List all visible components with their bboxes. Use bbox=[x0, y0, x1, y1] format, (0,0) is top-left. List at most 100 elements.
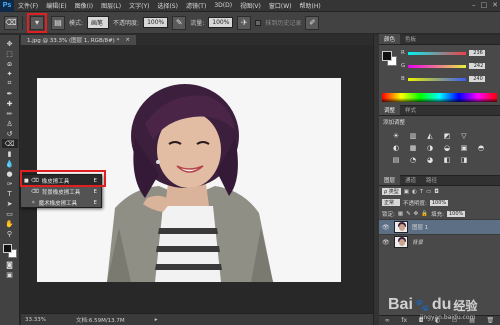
photo-filter-icon[interactable]: ◒ bbox=[442, 143, 452, 152]
screen-mode-icon[interactable]: ▣ bbox=[2, 270, 18, 279]
menu-file[interactable]: 文件(F) bbox=[14, 1, 42, 10]
filter-pixel-icon[interactable]: ▣ bbox=[404, 189, 409, 195]
lock-all-icon[interactable]: 🔒 bbox=[421, 211, 428, 217]
flyout-background-eraser-tool[interactable]: ⌫ 背景橡皮擦工具 E bbox=[21, 186, 101, 197]
menu-edit[interactable]: 编辑(E) bbox=[42, 1, 70, 10]
red-value[interactable]: 236 bbox=[468, 50, 485, 56]
color-spectrum[interactable] bbox=[382, 93, 497, 102]
channel-mixer-icon[interactable]: ▣ bbox=[459, 143, 469, 152]
filter-shape-icon[interactable]: ▭ bbox=[426, 189, 431, 195]
exposure-icon[interactable]: ◩ bbox=[442, 131, 452, 140]
zoom-level[interactable]: 33.33% bbox=[25, 317, 46, 323]
lasso-tool-icon[interactable]: ɷ bbox=[2, 59, 18, 68]
posterize-icon[interactable]: ◔ bbox=[408, 155, 418, 164]
tab-color[interactable]: 颜色 bbox=[379, 34, 401, 44]
maximize-icon[interactable]: □ bbox=[481, 1, 488, 9]
menu-layer[interactable]: 图层(L) bbox=[97, 1, 125, 10]
brush-preset-picker[interactable]: ▾ bbox=[30, 15, 44, 30]
lock-transparency-icon[interactable]: ▦ bbox=[398, 211, 403, 217]
dodge-tool-icon[interactable]: ● bbox=[2, 169, 18, 178]
hand-tool-icon[interactable]: ✋ bbox=[2, 219, 18, 228]
clone-stamp-tool-icon[interactable]: ♙ bbox=[2, 119, 18, 128]
black-white-icon[interactable]: ◑ bbox=[425, 143, 435, 152]
threshold-icon[interactable]: ◕ bbox=[425, 155, 435, 164]
quick-select-tool-icon[interactable]: ✦ bbox=[2, 69, 18, 78]
color-lookup-icon[interactable]: ◓ bbox=[476, 143, 486, 152]
lock-position-icon[interactable]: ✥ bbox=[414, 211, 419, 217]
pen-tool-icon[interactable]: ✑ bbox=[2, 179, 18, 188]
visibility-eye-icon[interactable]: 👁 bbox=[382, 239, 390, 246]
menu-window[interactable]: 窗口(W) bbox=[265, 1, 296, 10]
blue-value[interactable]: 240 bbox=[468, 76, 485, 82]
gradient-map-icon[interactable]: ◧ bbox=[442, 155, 452, 164]
filter-type-icon[interactable]: T bbox=[420, 189, 423, 195]
marquee-tool-icon[interactable]: ⬚ bbox=[2, 49, 18, 58]
layer-filter-select[interactable]: ρ 类型 bbox=[382, 188, 401, 195]
hue-saturation-icon[interactable]: ◐ bbox=[391, 143, 401, 152]
tab-channels[interactable]: 通道 bbox=[400, 175, 421, 185]
close-tab-icon[interactable]: × bbox=[125, 37, 130, 43]
shape-tool-icon[interactable]: ▭ bbox=[2, 209, 18, 218]
flow-input[interactable]: 100% bbox=[208, 17, 234, 28]
path-select-tool-icon[interactable]: ➤ bbox=[2, 199, 18, 208]
brightness-contrast-icon[interactable]: ☀ bbox=[391, 131, 401, 140]
brush-tool-icon[interactable]: ✏ bbox=[2, 109, 18, 118]
levels-icon[interactable]: ▥ bbox=[408, 131, 418, 140]
layer-name[interactable]: 背景 bbox=[412, 238, 423, 246]
visibility-eye-icon[interactable]: 👁 bbox=[382, 224, 390, 231]
tab-adjustments[interactable]: 调整 bbox=[379, 105, 401, 115]
delete-layer-icon[interactable]: 🗑 bbox=[486, 317, 494, 324]
blend-mode-select[interactable]: 正常 bbox=[382, 199, 400, 206]
flyout-magic-eraser-tool[interactable]: ✧ 魔术橡皮擦工具 E bbox=[21, 197, 101, 208]
zoom-tool-icon[interactable]: ⚲ bbox=[2, 229, 18, 238]
green-slider[interactable] bbox=[408, 64, 467, 68]
pressure-size-icon[interactable]: ✐ bbox=[305, 15, 320, 30]
tab-layers[interactable]: 图层 bbox=[379, 175, 401, 185]
link-layers-icon[interactable]: ∞ bbox=[385, 317, 390, 324]
tab-swatches[interactable]: 色板 bbox=[400, 34, 421, 44]
red-slider[interactable] bbox=[407, 51, 466, 55]
color-swatches[interactable] bbox=[2, 243, 18, 259]
menu-select[interactable]: 选择(S) bbox=[153, 1, 182, 10]
tab-styles[interactable]: 样式 bbox=[400, 105, 421, 115]
curves-icon[interactable]: ◭ bbox=[425, 131, 435, 140]
layer-style-icon[interactable]: fx bbox=[401, 317, 407, 324]
layer-row-background[interactable]: 👁 背景 bbox=[379, 234, 500, 249]
move-tool-icon[interactable]: ✥ bbox=[2, 39, 18, 48]
blue-slider[interactable] bbox=[407, 77, 466, 81]
crop-tool-icon[interactable]: ⌗ bbox=[2, 79, 18, 88]
quick-mask-icon[interactable]: ◙ bbox=[2, 260, 18, 269]
filter-adjust-icon[interactable]: ◐ bbox=[412, 189, 417, 195]
menu-help[interactable]: 帮助(H) bbox=[296, 1, 325, 10]
filter-smart-icon[interactable]: ◘ bbox=[434, 189, 438, 195]
vibrance-icon[interactable]: ▽ bbox=[459, 131, 469, 140]
pressure-opacity-icon[interactable]: ✎ bbox=[172, 15, 187, 30]
lock-pixels-icon[interactable]: ✎ bbox=[406, 211, 411, 217]
selective-color-icon[interactable]: ◨ bbox=[459, 155, 469, 164]
tab-paths[interactable]: 路径 bbox=[421, 175, 442, 185]
airbrush-icon[interactable]: ✈ bbox=[237, 15, 252, 30]
invert-icon[interactable]: ▤ bbox=[391, 155, 401, 164]
close-icon[interactable]: ✕ bbox=[492, 1, 498, 9]
layer-row-layer1[interactable]: 👁 图层 1 bbox=[379, 219, 500, 234]
brush-panel-toggle-icon[interactable]: ▤ bbox=[51, 15, 65, 30]
healing-brush-tool-icon[interactable]: ✚ bbox=[2, 99, 18, 108]
eraser-tool-icon[interactable]: ⌫ bbox=[1, 139, 18, 148]
layer-name[interactable]: 图层 1 bbox=[412, 223, 428, 231]
fill-input[interactable]: 100% bbox=[447, 210, 465, 217]
layer-opacity-input[interactable]: 100% bbox=[429, 199, 448, 206]
menu-type[interactable]: 文字(Y) bbox=[125, 1, 153, 10]
document-tab[interactable]: 1.jpg @ 33.3% (图层 1, RGB/8#) * × bbox=[21, 35, 136, 45]
opacity-input[interactable]: 100% bbox=[143, 17, 169, 28]
mode-select[interactable]: 画笔 bbox=[87, 16, 110, 29]
menu-3d[interactable]: 3D(D) bbox=[210, 2, 236, 9]
blur-tool-icon[interactable]: 💧 bbox=[2, 159, 18, 168]
minimize-icon[interactable]: – bbox=[472, 1, 476, 9]
menu-filter[interactable]: 滤镜(T) bbox=[182, 1, 210, 10]
color-balance-icon[interactable]: ▦ bbox=[408, 143, 418, 152]
history-brush-tool-icon[interactable]: ↺ bbox=[2, 129, 18, 138]
menu-view[interactable]: 视图(V) bbox=[236, 1, 265, 10]
erase-to-history-checkbox[interactable] bbox=[255, 19, 262, 26]
foreground-color-swatch[interactable] bbox=[382, 51, 392, 61]
eraser-icon[interactable]: ⌫ bbox=[4, 15, 18, 30]
